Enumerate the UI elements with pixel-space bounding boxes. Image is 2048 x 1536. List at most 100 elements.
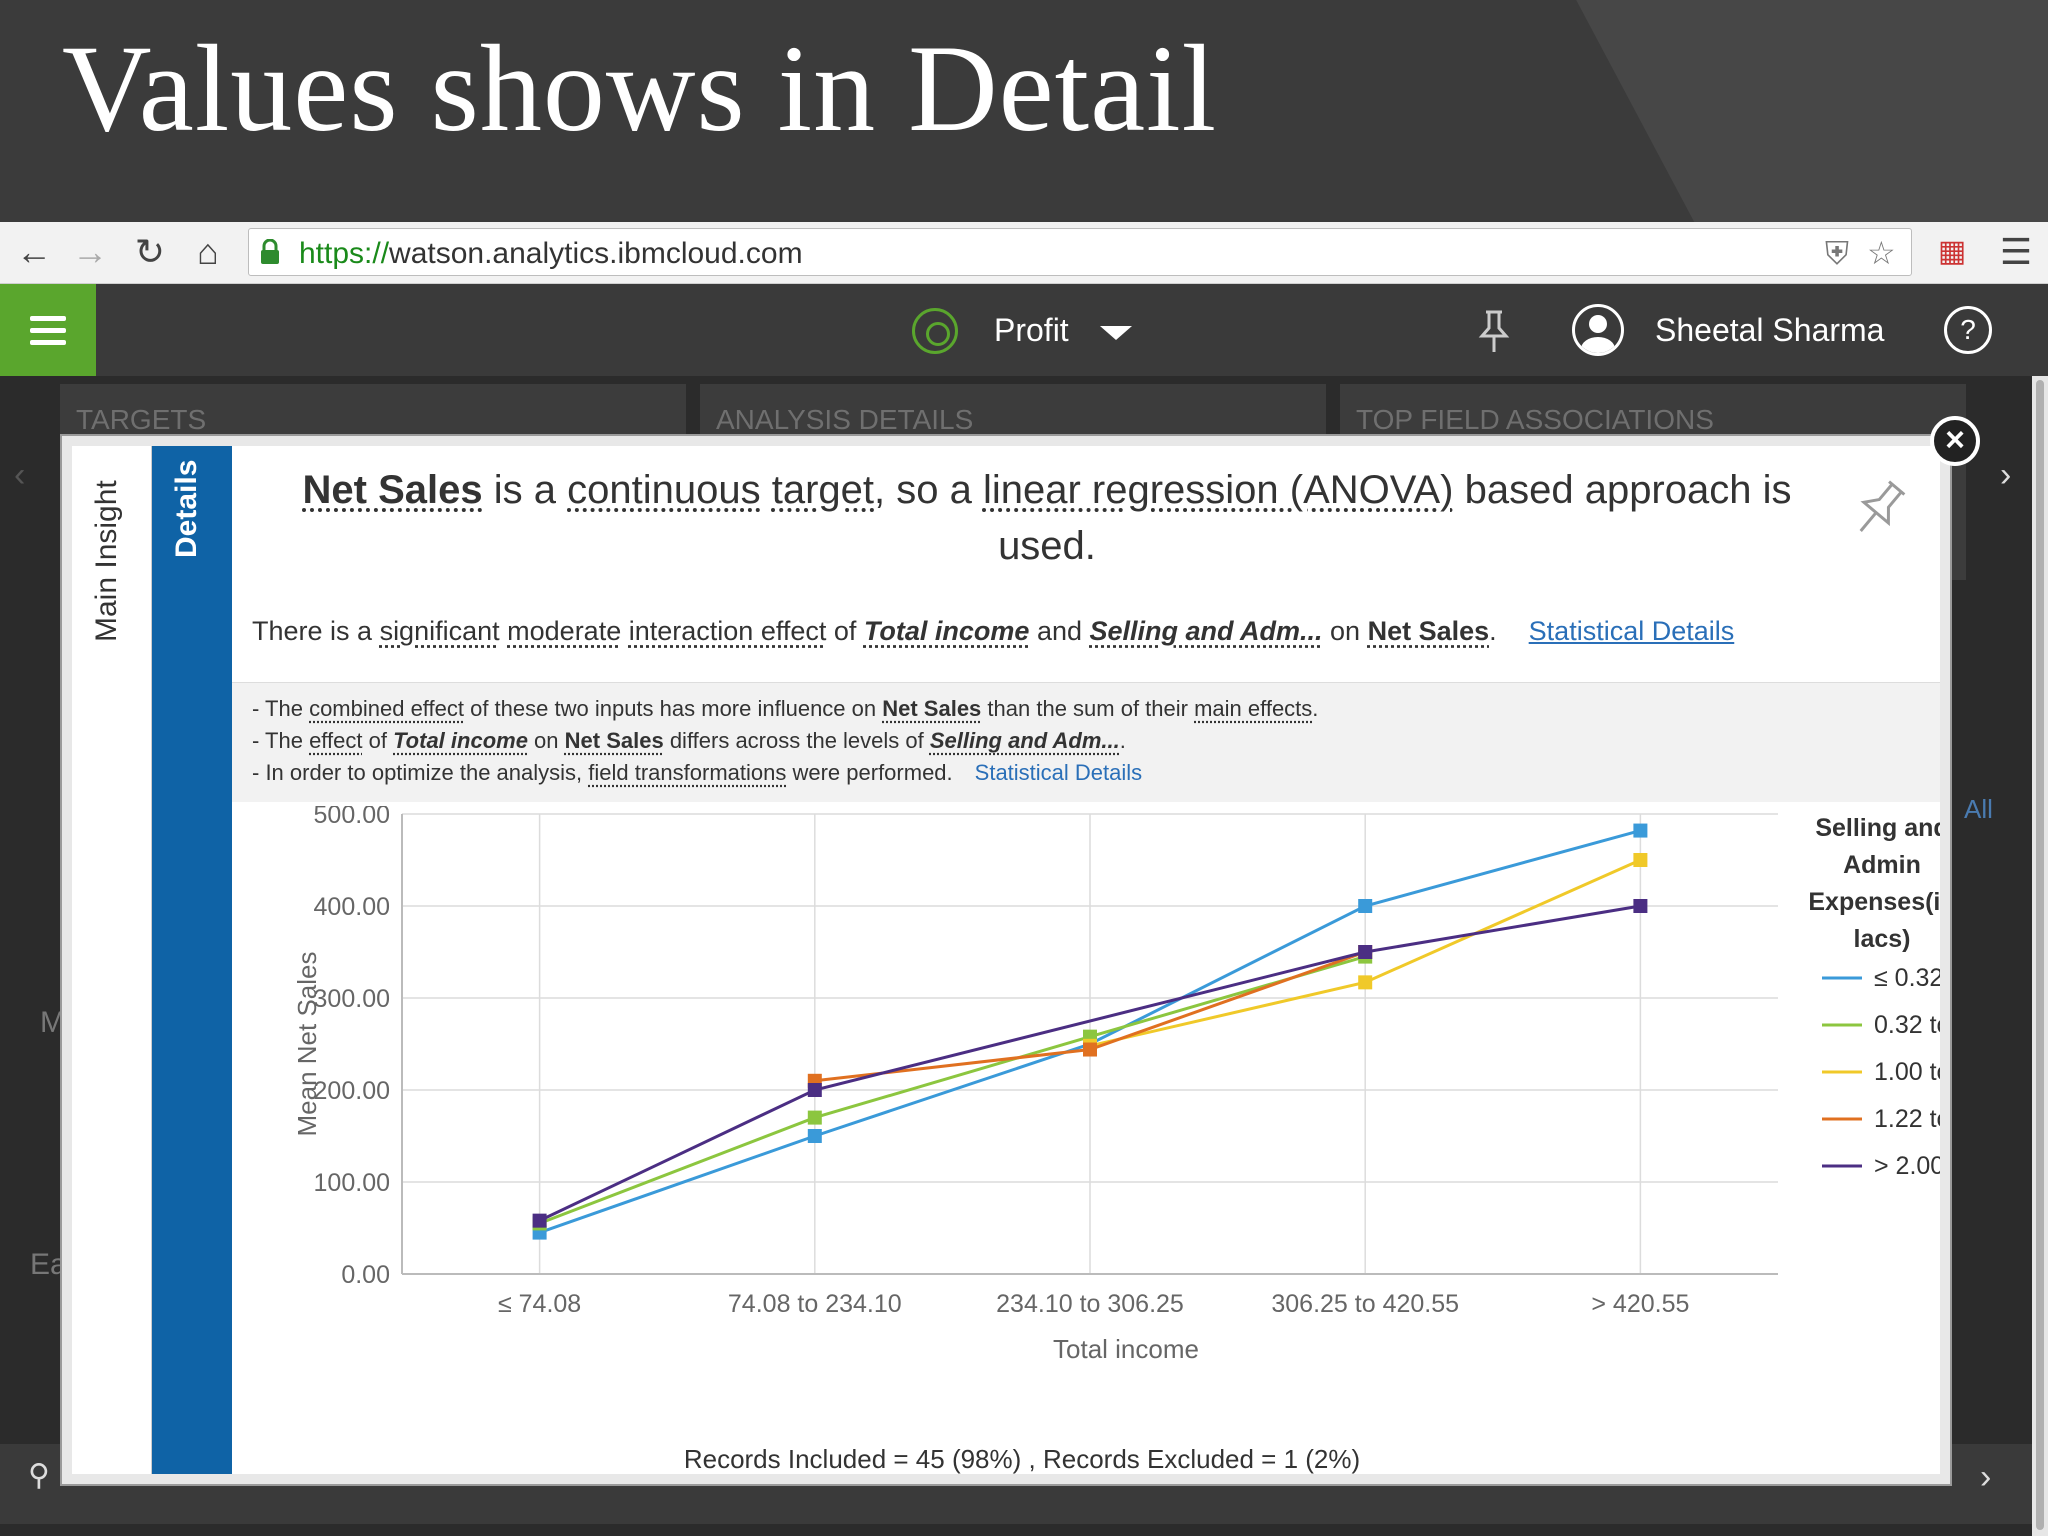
bullet-text: - The	[252, 696, 310, 721]
bullet-text: on	[527, 728, 565, 753]
slide-header: Values shows in Detail	[0, 0, 2048, 222]
summary-text: and	[1029, 616, 1090, 646]
help-icon[interactable]: ?	[1944, 306, 1992, 354]
forward-icon[interactable]: →	[70, 232, 110, 272]
bullet-text: than the sum of their	[981, 696, 1195, 721]
background-link-fragment: All	[1964, 794, 1993, 824]
reload-icon[interactable]: ↻	[130, 232, 170, 272]
bullet-text: were performed.	[786, 760, 953, 785]
bullet-item: - The effect of Total income on Net Sale…	[252, 725, 1940, 757]
details-content: Net Sales is a continuous target, so a l…	[232, 446, 2006, 1474]
legend-title: Admin	[1843, 851, 1921, 879]
data-point-marker	[1358, 975, 1373, 990]
x-tick-label: 306.25 to 420.55	[1271, 1290, 1459, 1318]
data-point-marker	[1358, 899, 1373, 913]
legend-item-label: 0.32 to 1.00	[1874, 1011, 1940, 1039]
y-tick-label: 500.00	[314, 806, 390, 829]
home-icon[interactable]: ⌂	[188, 232, 228, 272]
avatar[interactable]	[1572, 304, 1624, 356]
data-point-marker	[1633, 823, 1648, 838]
headline-text: is a	[482, 468, 568, 512]
data-point-marker	[1083, 1042, 1097, 1057]
legend-title: Expenses(in	[1808, 888, 1940, 916]
bullet-text: of these two inputs has more influence o…	[463, 696, 883, 721]
pin-insight-icon[interactable]	[1848, 476, 1912, 540]
menu-icon[interactable]: ☰	[1996, 232, 2036, 272]
field-net-sales[interactable]: Net Sales	[882, 696, 981, 721]
term-moderate[interactable]: moderate	[507, 616, 621, 646]
field-selling-admin[interactable]: Selling and Adm...	[930, 728, 1120, 753]
data-point-marker	[1633, 853, 1648, 867]
lock-icon	[261, 239, 279, 264]
data-point-marker	[807, 1110, 822, 1125]
scrollbar-thumb[interactable]	[2036, 380, 2044, 1530]
field-total-income[interactable]: Total income	[864, 616, 1030, 646]
term-target[interactable]: target	[772, 468, 874, 512]
x-tick-label: 74.08 to 234.10	[728, 1290, 902, 1318]
tab-details[interactable]: Details	[152, 446, 232, 1474]
y-tick-label: 300.00	[314, 985, 390, 1013]
legend-item-label: ≤ 0.32	[1874, 964, 1940, 992]
back-icon[interactable]: ←	[14, 232, 54, 272]
panel-title: ANALYSIS DETAILS	[716, 404, 974, 435]
legend-title: Selling and	[1815, 814, 1940, 842]
target-dataset-icon	[912, 308, 958, 354]
bullet-text: of	[362, 728, 394, 753]
term-continuous[interactable]: continuous	[567, 468, 760, 512]
interaction-line-chart: 0.00 100.00 200.00 300.00 400.00 500.00 ≤ 74.0…	[232, 801, 2006, 1474]
dataset-selector-label[interactable]: Profit	[994, 312, 1069, 349]
insight-details-modal: Main Insight Details Net Sales is a cont…	[62, 436, 2006, 1484]
chevron-left-icon[interactable]: ‹	[14, 456, 25, 495]
term-combined-effect[interactable]: combined effect	[309, 696, 464, 721]
insight-headline: Net Sales is a continuous target, so a l…	[262, 462, 1832, 574]
tab-main-insight[interactable]: Main Insight	[72, 446, 152, 1474]
field-net-sales[interactable]: Net Sales	[565, 728, 664, 753]
term-effect[interactable]: effect	[309, 728, 362, 753]
extension-icon[interactable]: ▦	[1932, 232, 1972, 272]
field-selling-admin[interactable]: Selling and Adm...	[1090, 616, 1323, 646]
data-point-marker	[807, 1083, 822, 1097]
field-total-income[interactable]: Total income	[393, 728, 528, 753]
summary-text: on	[1322, 616, 1368, 646]
chevron-right-icon[interactable]: ›	[2000, 456, 2011, 495]
page-scrollbar[interactable]	[2032, 376, 2048, 1536]
tab-details-label[interactable]: Details	[170, 460, 204, 558]
shield-icon[interactable]: ⛨	[1825, 237, 1849, 269]
y-axis-title: Mean Net Sales	[292, 952, 322, 1137]
x-axis-title: Total income	[1053, 1334, 1199, 1364]
term-interaction-effect[interactable]: interaction effect	[629, 616, 827, 646]
hamburger-menu-button[interactable]	[0, 284, 96, 376]
term-main-effects[interactable]: main effects	[1194, 696, 1312, 721]
bullet-text: .	[1312, 696, 1319, 721]
data-point-marker	[807, 1129, 822, 1143]
headline-text: , so a	[874, 468, 983, 512]
summary-text: .	[1489, 616, 1497, 646]
insight-summary: There is a significant moderate interact…	[252, 616, 1734, 647]
term-linear-regression[interactable]: linear regression (ANOVA)	[983, 468, 1454, 512]
statistical-details-link[interactable]: Statistical Details	[1529, 616, 1735, 646]
summary-text: of	[826, 616, 864, 646]
x-tick-label: > 420.55	[1591, 1290, 1689, 1318]
chevron-right-icon[interactable]: ›	[1980, 1458, 1991, 1497]
field-net-sales[interactable]: Net Sales	[1368, 616, 1490, 646]
panel-title: TARGETS	[76, 404, 207, 435]
statistical-details-link[interactable]: Statistical Details	[975, 760, 1143, 785]
chevron-down-icon[interactable]	[1100, 326, 1132, 340]
bullet-item: - In order to optimize the analysis, fie…	[252, 757, 1940, 789]
user-name[interactable]: Sheetal Sharma	[1655, 312, 1884, 349]
term-significant[interactable]: significant	[380, 616, 500, 646]
tab-main-insight-label[interactable]: Main Insight	[90, 480, 124, 642]
search-icon[interactable]: ⚲	[28, 1458, 50, 1493]
bullet-text: - The	[252, 728, 310, 753]
data-point-marker	[1358, 945, 1373, 959]
legend-title: lacs)	[1854, 925, 1911, 953]
address-bar[interactable]: https://watson.analytics.ibmcloud.com ⛨ …	[248, 228, 1912, 276]
target-field[interactable]: Net Sales	[303, 468, 483, 512]
summary-text: There is a	[252, 616, 380, 646]
bullet-item: - The combined effect of these two input…	[252, 693, 1940, 725]
close-icon[interactable]: ×	[1930, 416, 1980, 466]
pin-icon[interactable]	[1474, 308, 1514, 354]
app-header: Profit Sheetal Sharma ?	[0, 284, 2048, 376]
star-icon[interactable]: ☆	[1867, 237, 1896, 269]
term-field-transformations[interactable]: field transformations	[588, 760, 786, 785]
